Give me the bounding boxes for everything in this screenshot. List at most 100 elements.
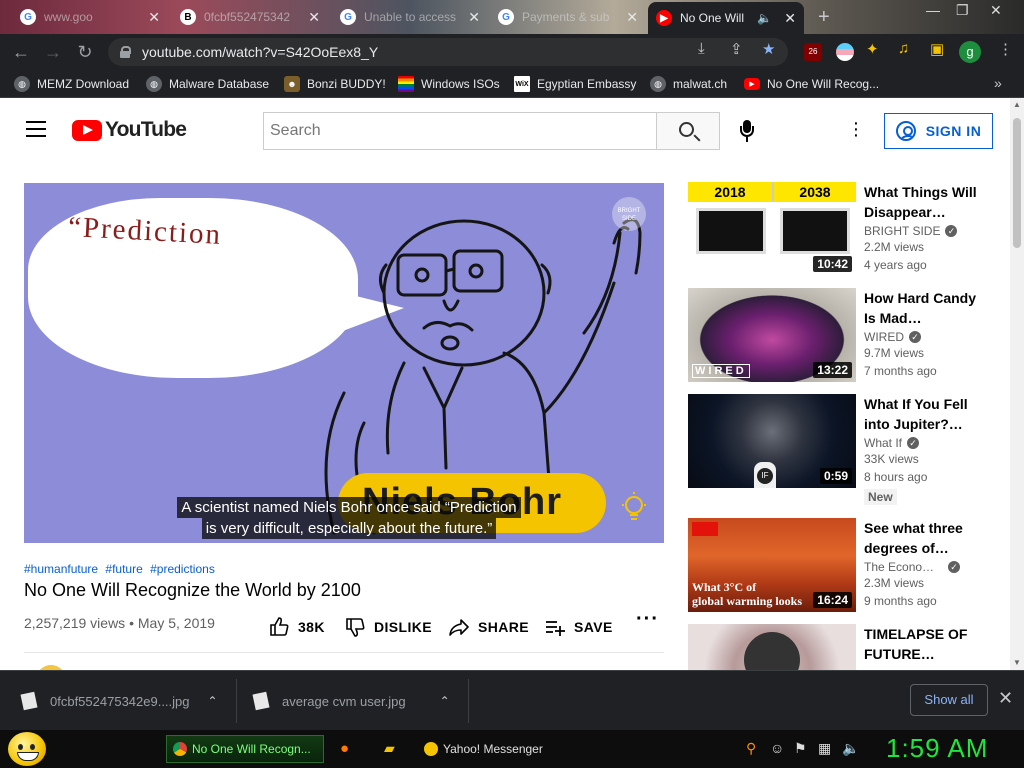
- minimize-icon[interactable]: —: [926, 2, 940, 18]
- forward-arrow-icon[interactable]: →: [42, 41, 64, 63]
- channel-name[interactable]: What If ✓: [864, 436, 984, 450]
- search-button[interactable]: [656, 112, 720, 150]
- youtube-logo[interactable]: YouTube: [72, 118, 187, 142]
- hashtag-link[interactable]: #predictions: [150, 562, 215, 576]
- download-item[interactable]: 0fcbf552475342e9....jpg ⌃: [20, 671, 218, 731]
- tab-youtube-active[interactable]: ▶ No One Will 🔈 ✕: [648, 2, 804, 34]
- install-icon[interactable]: ⤓: [698, 40, 705, 57]
- hashtag-link[interactable]: #future: [105, 562, 142, 576]
- recommended-video[interactable]: 2018 2038 10:42 What Things Will Disappe…: [688, 182, 998, 278]
- like-button[interactable]: 38K: [268, 616, 325, 638]
- search-icon[interactable]: ⚲: [746, 740, 756, 757]
- google-icon: G: [340, 9, 356, 25]
- sidepanel-icon[interactable]: ▣: [930, 40, 944, 58]
- bookmark-bonzi[interactable]: ☻ Bonzi BUDDY!: [284, 75, 386, 93]
- reload-icon[interactable]: ↻: [74, 41, 96, 63]
- video-thumbnail[interactable]: 2018 2038 10:42: [688, 182, 856, 276]
- new-tab-button[interactable]: +: [818, 6, 830, 29]
- recommended-video[interactable]: What 3°C of global warming looks 16:24 S…: [688, 518, 998, 614]
- close-tab-icon[interactable]: ✕: [148, 9, 160, 26]
- hamburger-menu-icon[interactable]: [26, 121, 46, 137]
- channel-name[interactable]: BRIGHT SIDE ✓: [864, 224, 984, 238]
- speaker-icon[interactable]: 🔈: [757, 11, 772, 25]
- firefox-icon[interactable]: ●: [340, 740, 349, 757]
- menu-dots-icon[interactable]: ⋮: [998, 40, 1013, 58]
- folder-icon[interactable]: ▰: [384, 740, 395, 757]
- profile-avatar[interactable]: g: [959, 41, 981, 63]
- bookmarks-overflow-icon[interactable]: »: [994, 75, 1002, 91]
- start-button-smiley-icon[interactable]: [8, 732, 46, 766]
- clock[interactable]: 1:59 AM: [886, 733, 988, 764]
- back-arrow-icon[interactable]: ←: [10, 41, 32, 63]
- video-title[interactable]: See what three degrees of…: [864, 518, 984, 558]
- recommended-video[interactable]: IF 0:59 What If You Fell into Jupiter?… …: [688, 394, 998, 505]
- bookmark-memz[interactable]: ◍ MEMZ Download: [14, 75, 129, 93]
- scrollbar-thumb[interactable]: [1013, 118, 1021, 248]
- sign-in-button[interactable]: SIGN IN: [884, 113, 993, 149]
- tab-google-2[interactable]: G Unable to access ✕: [332, 2, 488, 32]
- channel-label: BRIGHT SIDE: [864, 224, 941, 238]
- video-thumbnail[interactable]: [688, 624, 856, 670]
- close-tab-icon[interactable]: ✕: [626, 9, 638, 26]
- page-scrollbar[interactable]: ▲ ▼: [1010, 98, 1024, 670]
- address-bar[interactable]: youtube.com/watch?v=S42OoEex8_Y: [108, 38, 788, 66]
- puzzle-icon[interactable]: ✦: [866, 40, 879, 58]
- bookmark-youtube-video[interactable]: ▶ No One Will Recog...: [744, 75, 879, 93]
- smiley-tray-icon[interactable]: ☺: [770, 740, 784, 756]
- video-title[interactable]: What Things Will Disappear…: [864, 182, 984, 222]
- video-player[interactable]: “Prediction BRIGHT SIDE A scientist name…: [24, 183, 664, 543]
- recommended-video[interactable]: TIMELAPSE OF FUTURE…: [688, 624, 998, 670]
- volume-icon[interactable]: 🔈: [842, 740, 859, 757]
- new-badge: New: [864, 489, 897, 505]
- bookmark-egyptian-embassy[interactable]: WiX Egyptian Embassy: [514, 75, 636, 93]
- more-options-icon[interactable]: · · ·: [846, 113, 866, 145]
- chevron-up-icon[interactable]: ⌃: [208, 694, 218, 708]
- close-tab-icon[interactable]: ✕: [468, 9, 480, 26]
- video-thumbnail[interactable]: WIRED 13:22: [688, 288, 856, 382]
- close-window-icon[interactable]: ✕: [990, 2, 1002, 19]
- bookmark-windows-isos[interactable]: Windows ISOs: [398, 75, 500, 93]
- channel-name[interactable]: The Econo… ✓: [864, 560, 984, 574]
- chevron-up-icon[interactable]: ⌃: [440, 694, 450, 708]
- download-item[interactable]: average cvm user.jpg ⌃: [252, 671, 450, 731]
- scroll-down-icon[interactable]: ▼: [1013, 658, 1021, 667]
- channel-name[interactable]: WIRED ✓: [864, 330, 984, 344]
- close-tab-icon[interactable]: ✕: [784, 10, 796, 27]
- save-button[interactable]: SAVE: [544, 616, 613, 638]
- dislike-button[interactable]: DISLIKE: [344, 616, 432, 638]
- video-title[interactable]: TIMELAPSE OF FUTURE…: [864, 624, 984, 664]
- close-shelf-icon[interactable]: ✕: [998, 688, 1013, 709]
- video-thumbnail[interactable]: What 3°C of global warming looks 16:24: [688, 518, 856, 612]
- close-tab-icon[interactable]: ✕: [308, 9, 320, 26]
- network-icon[interactable]: ▦: [818, 740, 831, 757]
- scroll-up-icon[interactable]: ▲: [1013, 100, 1021, 109]
- share-button[interactable]: SHARE: [448, 616, 529, 638]
- hashtag-link[interactable]: #humanfuture: [24, 562, 98, 576]
- video-title[interactable]: How Hard Candy Is Mad…: [864, 288, 984, 328]
- search-input[interactable]: [263, 112, 657, 150]
- bookmark-malware-db[interactable]: ◍ Malware Database: [146, 75, 269, 93]
- microphone-icon[interactable]: [739, 120, 755, 144]
- share-page-icon[interactable]: ⇪: [730, 40, 743, 58]
- media-queue-icon[interactable]: ♫: [898, 40, 909, 57]
- share-label: SHARE: [478, 619, 530, 635]
- share-arrow-icon: [449, 619, 469, 636]
- tab-file[interactable]: B 0fcbf552475342 ✕: [172, 2, 328, 32]
- flag-extension-icon[interactable]: [836, 43, 854, 61]
- more-actions-icon[interactable]: ···: [636, 608, 659, 631]
- video-thumbnail[interactable]: IF 0:59: [688, 394, 856, 488]
- ublock-icon[interactable]: 26: [804, 43, 822, 61]
- video-title[interactable]: What If You Fell into Jupiter?…: [864, 394, 984, 434]
- recommended-video[interactable]: WIRED 13:22 How Hard Candy Is Mad… WIRED…: [688, 288, 998, 384]
- channel-label: The Econo…: [864, 560, 935, 574]
- flag-icon[interactable]: ⚑: [794, 740, 807, 757]
- tab-google-3[interactable]: G Payments & sub ✕: [490, 2, 646, 32]
- tab-google-1[interactable]: G www.goo ✕: [12, 2, 168, 32]
- bookmark-malwatch[interactable]: ◍ malwat.ch: [650, 75, 727, 93]
- download-separator: [236, 679, 237, 723]
- taskbar-yahoo-messenger[interactable]: Yahoo! Messenger: [418, 735, 576, 763]
- bookmark-star-icon[interactable]: ★: [762, 40, 775, 58]
- restore-icon[interactable]: ❐: [956, 2, 969, 19]
- taskbar-chrome[interactable]: No One Will Recogn...: [166, 735, 324, 763]
- show-all-button[interactable]: Show all: [910, 684, 988, 716]
